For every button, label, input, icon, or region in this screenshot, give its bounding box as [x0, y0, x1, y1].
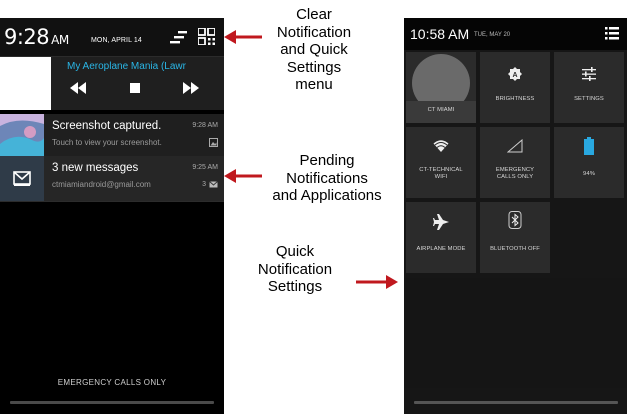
arrow-right-icon: [356, 275, 398, 289]
quick-settings-grid-icon[interactable]: [198, 28, 215, 45]
annotation-line: and Quick: [280, 41, 348, 58]
status-time: 10:58 AM: [410, 26, 470, 42]
mail-small-icon: [209, 181, 218, 188]
notification-title: Screenshot captured.: [52, 120, 162, 132]
notification-subtitle: ctmiamiandroid@gmail.com: [52, 180, 151, 189]
status-date: TUE, MAY 20: [474, 32, 511, 38]
clear-all-icon[interactable]: [169, 29, 187, 45]
annotation-line: Settings: [286, 58, 342, 76]
fast-forward-icon[interactable]: [181, 80, 201, 96]
tile-label: BLUETOOTH OFF: [490, 246, 540, 252]
tile-settings[interactable]: SETTINGS: [554, 52, 624, 123]
tile-signal[interactable]: EMERGENCY CALLS ONLY: [480, 127, 550, 198]
annotation-quick: Quick Notification Settings: [243, 243, 347, 296]
tile-label-line2: CALLS ONLY: [496, 174, 534, 180]
brightness-auto-icon: A: [508, 67, 522, 81]
tile-brightness[interactable]: A BRIGHTNESS: [480, 52, 550, 123]
media-player-notification[interactable]: My Aeroplane Mania (Lawr: [0, 57, 224, 110]
tile-label: BRIGHTNESS: [495, 96, 535, 102]
media-title: My Aeroplane Mania (Lawr: [67, 61, 186, 72]
annotation-line: Settings: [267, 278, 323, 295]
annotation-line: and Applications: [272, 187, 382, 204]
image-icon: [209, 138, 218, 147]
status-date: MON, APRIL 14: [91, 37, 142, 44]
tile-bluetooth[interactable]: BLUETOOTH OFF: [480, 202, 550, 273]
tile-label: SETTINGS: [574, 96, 604, 102]
tile-label: CT MIAMI: [427, 107, 455, 113]
settings-sliders-icon: [582, 67, 596, 81]
shade-drag-handle[interactable]: [10, 401, 214, 404]
bluetooth-icon: [508, 211, 522, 229]
annotation-pending: Pending Notifications and Applications: [263, 152, 391, 205]
emergency-calls-text: EMERGENCY CALLS ONLY: [57, 378, 167, 387]
time-value: 9:28: [4, 25, 50, 49]
time-ampm: AM: [51, 33, 69, 47]
album-art: [0, 57, 51, 110]
svg-text:A: A: [512, 72, 517, 79]
tile-label: CT-TECHNICAL WIFI: [406, 167, 476, 181]
tile-label-line1: EMERGENCY: [495, 167, 535, 173]
notification-subtitle: Touch to view your screenshot.: [52, 138, 162, 147]
tile-battery[interactable]: 94%: [554, 127, 624, 198]
gmail-notification[interactable]: 3 new messages ctmiamiandroid@gmail.com …: [0, 156, 224, 201]
stop-icon[interactable]: [125, 80, 145, 96]
status-time: 9:28 AM: [4, 25, 69, 49]
status-bar: 9:28 AM MON, APRIL 14: [0, 18, 224, 56]
wifi-icon: [433, 140, 449, 152]
arrow-left-icon: [224, 30, 262, 44]
screenshot-notification[interactable]: Screenshot captured. Touch to view your …: [0, 114, 224, 159]
annotation-line: Notification: [257, 260, 333, 278]
notification-title: 3 new messages: [52, 162, 139, 174]
notifications-list-icon[interactable]: [605, 27, 619, 40]
tile-wifi[interactable]: CT-TECHNICAL WIFI: [406, 127, 476, 198]
annotation-line: Notifications: [286, 169, 368, 187]
gmail-icon: [0, 156, 44, 201]
rewind-icon[interactable]: [68, 80, 88, 96]
annotation-line: Pending: [299, 152, 355, 169]
annotation-line: Notification: [276, 23, 352, 41]
background-area: [404, 278, 627, 388]
signal-icon: [507, 139, 523, 153]
quick-settings-screen: 10:58 AM TUE, MAY 20 CT MIAMI A BRIGHTNE…: [404, 18, 627, 414]
notification-shade-screen: 9:28 AM MON, APRIL 14 My Aeroplane Mania …: [0, 18, 224, 414]
notification-time: 9:28 AM: [192, 122, 218, 129]
tile-label: AIRPLANE MODE: [416, 246, 466, 252]
annotation-clear: Clear Notification and Quick Settings me…: [255, 6, 373, 94]
tile-label-line1: CT-TECHNICAL: [419, 167, 463, 173]
airplane-icon: [433, 214, 449, 230]
divider: [0, 201, 224, 202]
notification-time: 9:25 AM: [192, 164, 218, 171]
battery-icon: [584, 137, 594, 155]
status-bar: 10:58 AM TUE, MAY 20: [404, 18, 627, 50]
tile-user[interactable]: CT MIAMI: [406, 52, 476, 123]
annotation-line: menu: [295, 76, 333, 93]
tile-label: EMERGENCY CALLS ONLY: [480, 167, 550, 181]
annotation-line: Clear: [296, 6, 332, 23]
tile-airplane[interactable]: AIRPLANE MODE: [406, 202, 476, 273]
shade-drag-handle[interactable]: [414, 401, 618, 404]
arrow-left-icon: [224, 169, 262, 183]
notification-count: 3: [202, 181, 206, 188]
tile-label: 94%: [583, 171, 595, 177]
tile-label-line2: WIFI: [434, 174, 448, 180]
annotation-line: Quick: [275, 243, 315, 260]
screenshot-thumbnail-icon: [0, 114, 44, 159]
